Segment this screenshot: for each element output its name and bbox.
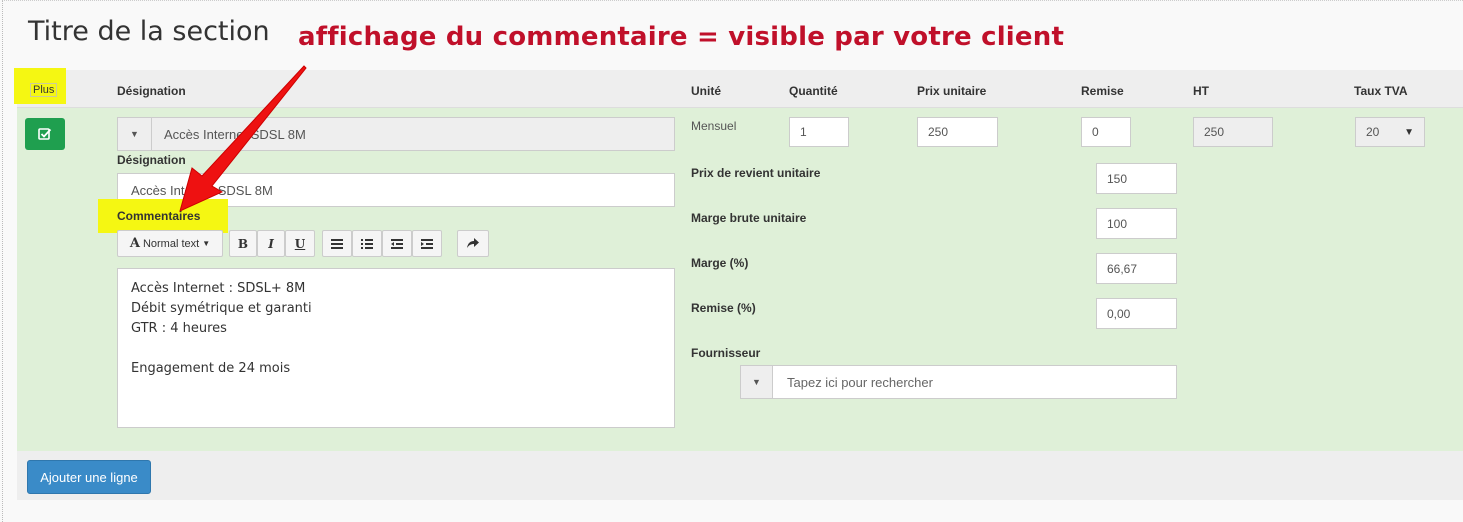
- header-remise: Remise: [1081, 84, 1124, 98]
- margin-percent-field[interactable]: 66,67: [1096, 253, 1177, 284]
- unit-price-field[interactable]: 250: [917, 117, 998, 147]
- supplier-select[interactable]: ▼ Tapez ici pour rechercher: [740, 365, 1177, 399]
- plus-toggle[interactable]: Plus: [30, 83, 58, 97]
- font-icon: A: [129, 236, 140, 251]
- commentaires-label: Commentaires: [117, 209, 201, 223]
- header-quantite: Quantité: [789, 84, 838, 98]
- annotation-text: affichage du commentaire = visible par v…: [298, 22, 1065, 52]
- footer-bar: [17, 451, 1463, 500]
- supplier-search-placeholder: Tapez ici pour rechercher: [787, 375, 933, 390]
- product-select-value: Accès Internet SDSL 8M: [164, 127, 306, 142]
- editor-line: Engagement de 24 mois: [131, 361, 291, 376]
- marge-pct-label: Marge (%): [691, 256, 749, 270]
- editor-line: Accès Internet : SDSL+ 8M: [131, 281, 306, 296]
- outdent-icon: [391, 238, 403, 249]
- italic-button[interactable]: I: [257, 230, 285, 257]
- share-arrow-icon: [467, 238, 479, 248]
- table-header-row: Désignation Unité Quantité Prix unitaire…: [17, 70, 1463, 108]
- section-title: Titre de la section: [28, 16, 270, 47]
- header-prix-unitaire: Prix unitaire: [917, 84, 987, 98]
- underline-button[interactable]: U: [285, 230, 315, 257]
- product-select[interactable]: ▼ Accès Internet SDSL 8M: [117, 117, 675, 151]
- quantity-field[interactable]: 1: [789, 117, 849, 147]
- unit-cost-field[interactable]: 150: [1096, 163, 1177, 194]
- text-style-dropdown[interactable]: A Normal text ▼: [117, 230, 223, 257]
- comment-editor[interactable]: Accès Internet : SDSL+ 8M Débit symétriq…: [117, 268, 675, 428]
- redo-button[interactable]: [457, 230, 489, 257]
- indent-button[interactable]: [412, 230, 442, 257]
- bold-button[interactable]: B: [229, 230, 257, 257]
- fournisseur-label: Fournisseur: [691, 346, 761, 360]
- prix-revient-label: Prix de revient unitaire: [691, 166, 821, 180]
- numbered-list-button[interactable]: [352, 230, 382, 257]
- header-unite: Unité: [691, 84, 721, 98]
- vat-rate-value: 20: [1366, 125, 1380, 139]
- gross-margin-field[interactable]: 100: [1096, 208, 1177, 239]
- numbered-list-icon: [361, 238, 373, 249]
- ht-field: 250: [1193, 117, 1273, 147]
- discount-field[interactable]: 0: [1081, 117, 1131, 147]
- bullet-list-icon: [331, 238, 343, 249]
- header-ht: HT: [1193, 84, 1209, 98]
- unit-value: Mensuel: [691, 119, 737, 133]
- header-designation: Désignation: [117, 84, 186, 98]
- vat-rate-select[interactable]: 20 ▼: [1355, 117, 1425, 147]
- outdent-button[interactable]: [382, 230, 412, 257]
- caret-down-icon: ▼: [202, 239, 211, 248]
- bullet-list-button[interactable]: [322, 230, 352, 257]
- indent-icon: [421, 238, 433, 249]
- chevron-down-icon: ▼: [741, 366, 773, 398]
- line-check-button[interactable]: [25, 118, 65, 150]
- remise-pct-label: Remise (%): [691, 301, 756, 315]
- checkbox-icon: [38, 128, 52, 140]
- discount-percent-field[interactable]: 0,00: [1096, 298, 1177, 329]
- chevron-down-icon: ▼: [118, 118, 152, 150]
- caret-down-icon: ▼: [1404, 127, 1414, 138]
- editor-line: Débit symétrique et garanti: [131, 301, 312, 316]
- add-line-button[interactable]: Ajouter une ligne: [27, 460, 151, 494]
- designation-label: Désignation: [117, 153, 186, 167]
- marge-brute-label: Marge brute unitaire: [691, 211, 807, 225]
- editor-line: GTR : 4 heures: [131, 321, 227, 336]
- text-style-label: Normal text: [142, 237, 200, 250]
- header-taux-tva: Taux TVA: [1354, 84, 1408, 98]
